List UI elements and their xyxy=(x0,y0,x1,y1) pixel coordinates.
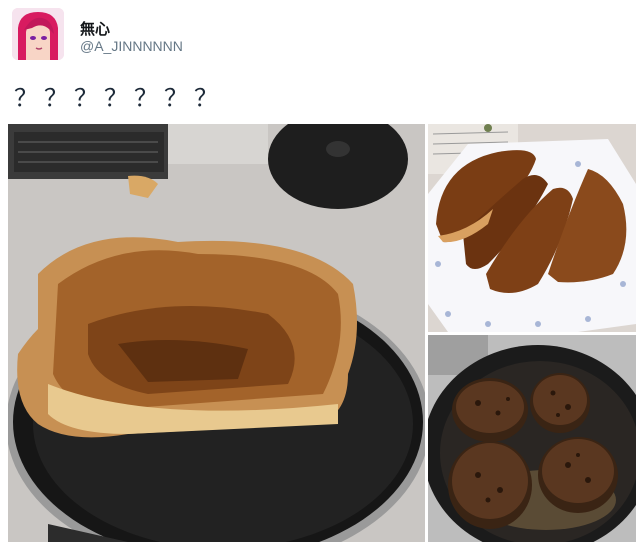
dorayaki-on-plate-photo[interactable] xyxy=(428,124,636,332)
hamburg-steaks-in-pan-photo[interactable] xyxy=(428,335,636,542)
avatar[interactable] xyxy=(12,8,64,60)
tweet-text: ？？？？？？？ xyxy=(14,84,224,112)
pancake-in-pan-photo[interactable] xyxy=(8,124,425,542)
user-handle[interactable]: @A_JINNNNNN xyxy=(80,38,183,54)
tweet-header: 無心 @A_JINNNNNN xyxy=(8,6,632,64)
media-grid xyxy=(8,124,636,544)
display-name[interactable]: 無心 xyxy=(80,18,110,39)
